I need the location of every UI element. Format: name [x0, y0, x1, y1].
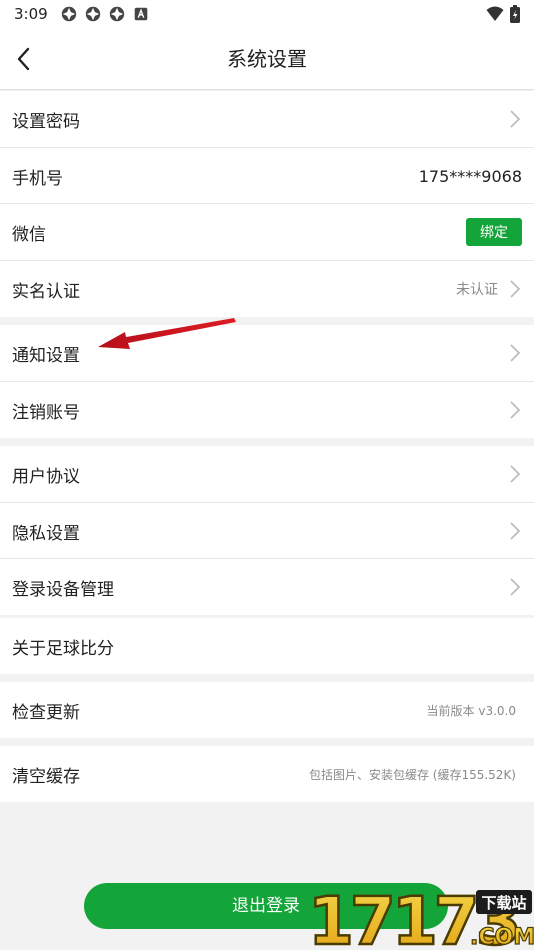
chevron-right-icon [510, 522, 521, 540]
watermark-sub: 下载站 [481, 894, 526, 912]
setting-row-update[interactable]: 检查更新 当前版本 v3.0.0 [0, 682, 534, 738]
row-label: 微信 [12, 224, 46, 245]
version-text: 当前版本 v3.0.0 [426, 703, 516, 718]
row-label: 关于足球比分 [12, 638, 114, 659]
chevron-right-icon [510, 344, 521, 362]
setting-row-notify[interactable]: 通知设置 [0, 325, 534, 381]
row-label: 注销账号 [12, 402, 80, 423]
cache-size-text: 包括图片、安装包缓存 (缓存155.52K) [308, 767, 516, 782]
row-label: 通知设置 [12, 345, 80, 366]
setting-row-wechat: 微信 绑定 [0, 204, 534, 260]
chevron-right-icon [510, 578, 521, 596]
setting-row-realname[interactable]: 实名认证 未认证 [0, 261, 534, 317]
row-label: 实名认证 [12, 281, 80, 302]
page-title: 系统设置 [227, 47, 307, 71]
app-notification-icon [61, 6, 76, 22]
chevron-right-icon [510, 110, 521, 128]
setting-row-cache[interactable]: 清空缓存 包括图片、安装包缓存 (缓存155.52K) [0, 746, 534, 802]
setting-row-password[interactable]: 设置密码 [0, 91, 534, 147]
setting-row-devices[interactable]: 登录设备管理 [0, 559, 534, 615]
watermark-domain: .COM [470, 925, 534, 950]
row-label: 手机号 [12, 168, 63, 189]
status-time: 3:09 [14, 5, 48, 23]
setting-row-cancel-account[interactable]: 注销账号 [0, 382, 534, 438]
row-label: 设置密码 [12, 111, 80, 132]
chevron-right-icon [510, 465, 521, 483]
chevron-right-icon [510, 401, 521, 419]
a-notification-icon [134, 7, 147, 21]
setting-row-agreement[interactable]: 用户协议 [0, 446, 534, 502]
bind-wechat-button[interactable]: 绑定 [466, 218, 522, 246]
status-bar: 3:09 [0, 0, 534, 28]
row-label: 用户协议 [12, 466, 80, 487]
chevron-right-icon [510, 280, 521, 298]
setting-row-about[interactable]: 关于足球比分 [0, 618, 534, 674]
phone-number: 175****9068 [418, 166, 522, 186]
row-label: 检查更新 [12, 702, 80, 723]
site-watermark-logo: 17173 下载站 .COM [307, 884, 534, 950]
app-header: 系统设置 [0, 28, 534, 90]
app-notification-icon [109, 6, 124, 22]
battery-icon [510, 5, 520, 23]
row-label: 清空缓存 [12, 766, 80, 787]
verification-status: 未认证 [456, 282, 498, 298]
row-label: 登录设备管理 [12, 579, 114, 600]
wifi-icon [486, 6, 504, 21]
setting-row-phone[interactable]: 手机号 175****9068 [0, 148, 534, 204]
row-label: 隐私设置 [12, 523, 80, 544]
setting-row-privacy[interactable]: 隐私设置 [0, 503, 534, 559]
app-notification-icon [85, 6, 100, 22]
